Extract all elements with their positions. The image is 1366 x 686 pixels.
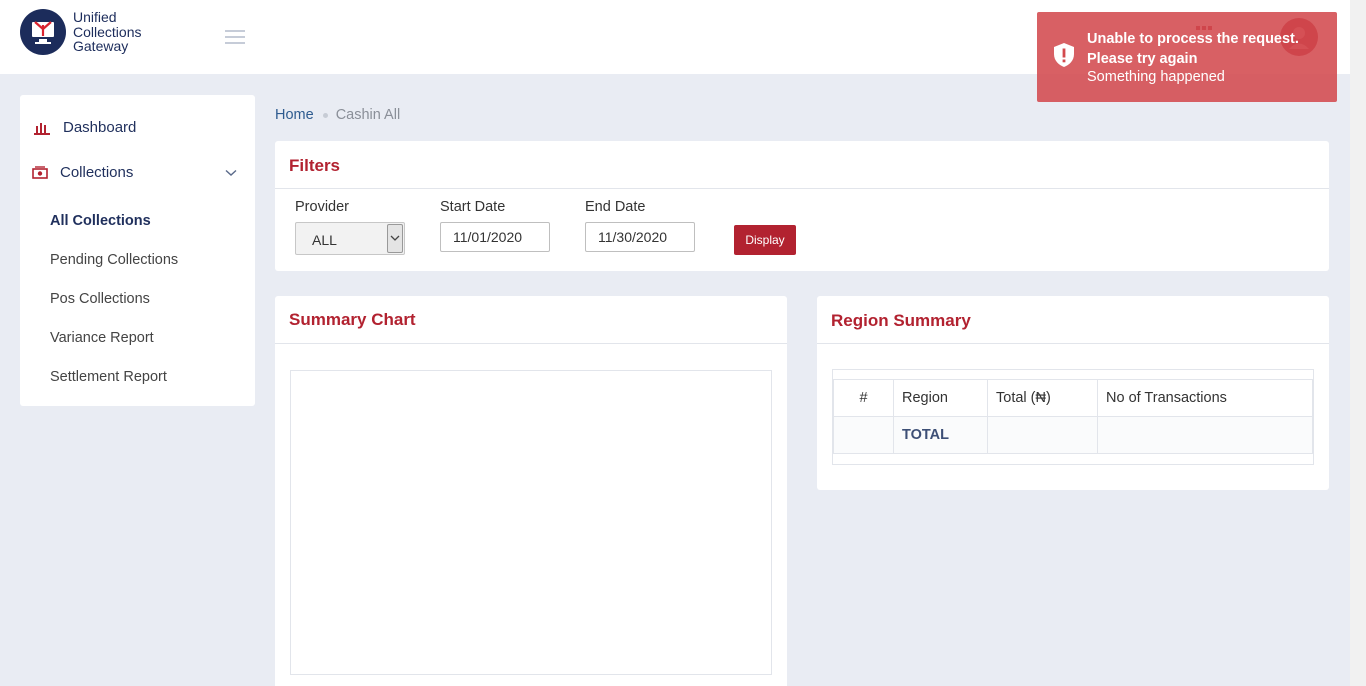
sidebar-subitem-pos-collections[interactable]: Pos Collections [50, 291, 150, 307]
region-summary-title: Region Summary [831, 311, 971, 330]
sidebar-item-label: Collections [60, 164, 134, 181]
error-toast[interactable]: Unable to process the request. Please tr… [1037, 12, 1337, 102]
card-divider [275, 343, 787, 344]
money-icon [32, 165, 48, 179]
menu-toggle-icon[interactable] [225, 30, 245, 44]
sidebar-subitem-settlement-report[interactable]: Settlement Report [50, 369, 167, 385]
breadcrumb: Home Cashin All [275, 107, 400, 123]
sidebar-subitem-variance-report[interactable]: Variance Report [50, 330, 154, 346]
table-cell [987, 416, 1098, 454]
start-date-label: Start Date [440, 199, 506, 215]
sidebar-item-label: Dashboard [63, 119, 137, 136]
card-divider [275, 188, 1329, 189]
filters-title: Filters [289, 156, 341, 175]
total-label: TOTAL [893, 416, 988, 454]
end-date-input[interactable] [585, 222, 695, 252]
region-summary-card: Region Summary # Region Total (₦) No of … [817, 296, 1329, 490]
logo-line-1: Unified [73, 9, 117, 26]
app-logo[interactable]: Unified Collections Gateway [20, 9, 141, 55]
provider-label: Provider [295, 199, 349, 215]
shield-alert-icon [1053, 42, 1075, 73]
display-button[interactable]: Display [734, 225, 796, 255]
logo-line-2: Collections [73, 23, 142, 40]
provider-select[interactable]: ALL [295, 222, 405, 255]
sidebar-item-collections[interactable]: Collections [32, 164, 237, 181]
summary-chart-card: Summary Chart [275, 296, 787, 686]
table-cell [833, 416, 894, 454]
summary-chart-title: Summary Chart [289, 310, 416, 329]
card-divider [817, 343, 1329, 344]
end-date-label: End Date [585, 199, 646, 215]
select-arrow-icon [387, 224, 403, 253]
page-scrollbar[interactable] [1350, 0, 1366, 686]
breadcrumb-current: Cashin All [335, 107, 401, 123]
bar-chart-icon [34, 122, 50, 135]
filters-card: Filters Provider ALL Start Date End Date… [275, 141, 1329, 271]
sidebar-subitem-all-collections[interactable]: All Collections [50, 213, 151, 229]
sidebar-subitem-pending-collections[interactable]: Pending Collections [50, 252, 178, 268]
breadcrumb-home-link[interactable]: Home [275, 107, 314, 123]
summary-chart-canvas [290, 370, 772, 675]
breadcrumb-separator [322, 112, 328, 118]
logo-text: Unified Collections Gateway [73, 10, 141, 54]
column-header-transactions[interactable]: No of Transactions [1097, 379, 1313, 417]
start-date-input[interactable] [440, 222, 550, 252]
logo-line-3: Gateway [73, 38, 129, 55]
toast-message: Something happened [1087, 69, 1225, 85]
provider-selected-value: ALL [312, 232, 337, 248]
chevron-down-icon[interactable] [225, 169, 237, 177]
logo-mark-icon [20, 9, 66, 55]
toast-title: Unable to process the request. Please tr… [1087, 31, 1299, 67]
column-header-region[interactable]: Region [893, 379, 988, 417]
column-header-index[interactable]: # [833, 379, 894, 417]
table-header-row: # Region Total (₦) No of Transactions [833, 379, 1313, 417]
region-summary-table: # Region Total (₦) No of Transactions TO… [833, 379, 1313, 454]
sidebar: Dashboard Collections All Collections Pe… [20, 95, 255, 406]
table-row-total: TOTAL [833, 416, 1313, 454]
column-header-total[interactable]: Total (₦) [987, 379, 1098, 417]
table-cell [1097, 416, 1313, 454]
sidebar-item-dashboard[interactable]: Dashboard [34, 119, 136, 136]
